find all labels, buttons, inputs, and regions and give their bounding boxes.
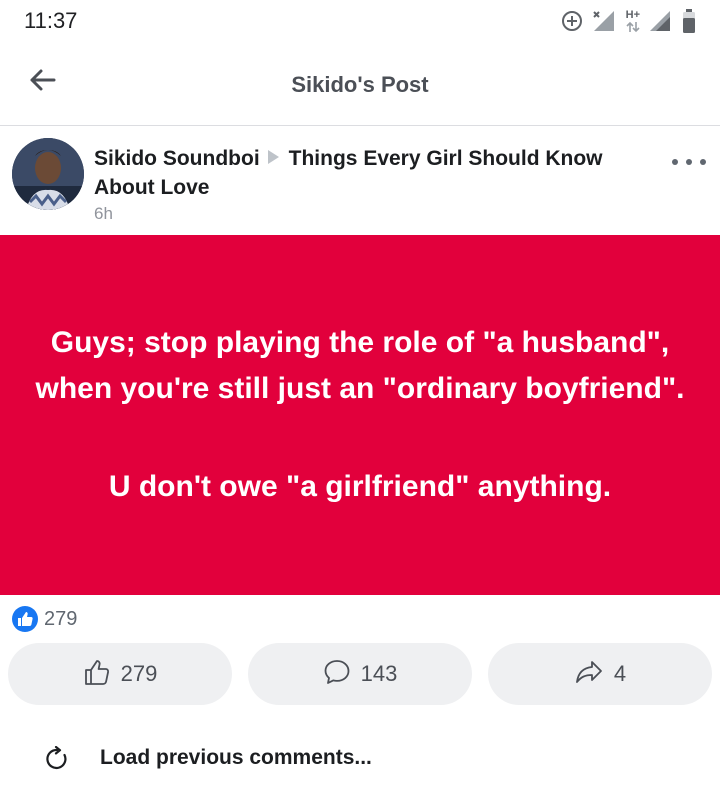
- like-reaction-icon: [12, 606, 38, 632]
- data-saver-icon: [560, 9, 584, 33]
- post-actions: 279 143 4: [8, 643, 712, 705]
- post-meta: Sikido Soundboi Things Every Girl Should …: [94, 144, 654, 224]
- reaction-count: 279: [44, 607, 78, 630]
- post-timestamp[interactable]: 6h: [94, 204, 654, 224]
- reaction-summary[interactable]: 279: [12, 604, 77, 634]
- thumbs-up-icon: [83, 658, 111, 691]
- share-arrow-icon: [574, 658, 604, 691]
- more-dot-icon: [672, 159, 678, 165]
- avatar[interactable]: [12, 138, 84, 210]
- network-badge: H+: [625, 9, 640, 21]
- author-name[interactable]: Sikido Soundboi: [94, 147, 260, 170]
- more-dot-icon: [686, 159, 692, 165]
- status-bar: 11:37 H+: [0, 0, 720, 44]
- post-header: Sikido Soundboi Things Every Girl Should …: [0, 130, 720, 234]
- post-title-line: Sikido Soundboi Things Every Girl Should …: [94, 144, 654, 202]
- load-previous-comments-label: Load previous comments...: [100, 746, 372, 769]
- refresh-icon: [44, 745, 70, 777]
- app-header: Sikido's Post: [0, 44, 720, 126]
- post-text-main: Guys; stop playing the role of "a husban…: [35, 326, 685, 405]
- shared-to-arrow-icon: [267, 150, 279, 164]
- page-title: Sikido's Post: [291, 72, 429, 97]
- share-count: 4: [613, 661, 627, 686]
- like-count: 279: [120, 661, 158, 686]
- comment-bubble-icon: [323, 658, 351, 691]
- signal-strength-icon: [648, 9, 674, 33]
- network-activity-icon: H+: [626, 9, 640, 33]
- battery-icon: [682, 9, 696, 33]
- comment-count: 143: [360, 661, 398, 686]
- status-time: 11:37: [24, 8, 78, 33]
- status-icons: H+: [560, 6, 696, 36]
- post-text-sub: U don't owe "a girlfriend" anything.: [108, 470, 612, 503]
- share-button[interactable]: 4: [488, 643, 712, 705]
- post-content-card[interactable]: Guys; stop playing the role of "a husban…: [0, 235, 720, 595]
- signal-no-service-icon: [592, 9, 618, 33]
- more-options-button[interactable]: [672, 152, 706, 172]
- more-dot-icon: [700, 159, 706, 165]
- like-button[interactable]: 279: [8, 643, 232, 705]
- comment-button[interactable]: 143: [248, 643, 472, 705]
- load-previous-comments[interactable]: Load previous comments...: [0, 728, 720, 790]
